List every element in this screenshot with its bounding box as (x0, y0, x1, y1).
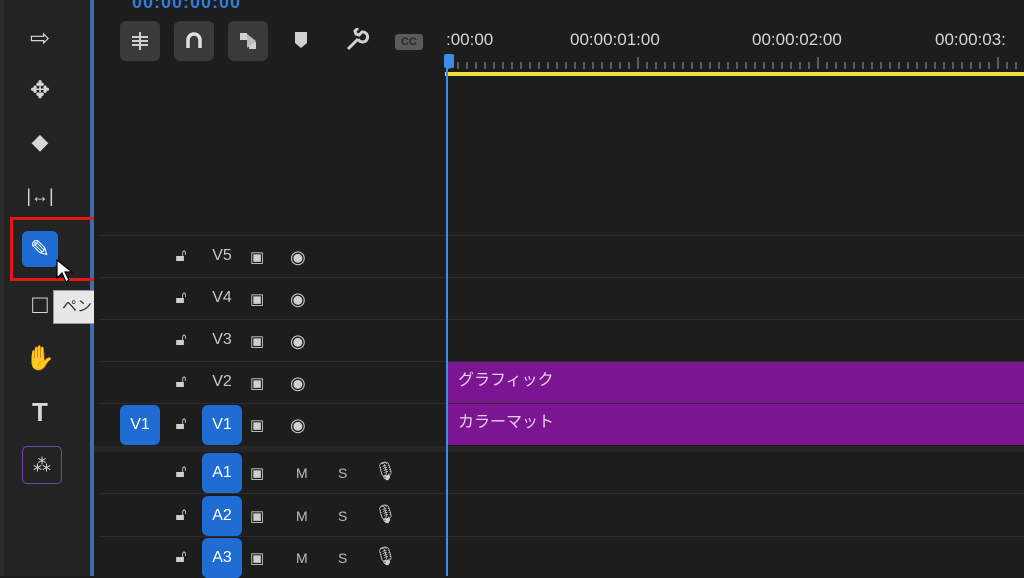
sequence-timecode[interactable]: 00:00:00:00 (132, 0, 241, 13)
track-name-a2[interactable]: A2 (202, 496, 242, 536)
lock-icon[interactable]: 🔓︎ (172, 414, 190, 434)
lock-icon[interactable]: 🔓︎ (172, 372, 190, 392)
ruler-ticks (448, 57, 1017, 69)
ripple-edit-tool-icon[interactable]: ✥ (20, 70, 60, 110)
snap-button[interactable] (174, 21, 214, 61)
ruler-label: 00:00:01:00 (570, 30, 660, 49)
microphone-icon[interactable]: 🎙︎ (374, 504, 397, 525)
video-audio-divider[interactable] (94, 446, 1024, 452)
lock-icon[interactable]: 🔓︎ (172, 246, 190, 266)
sync-lock-icon[interactable]: ▣ (250, 290, 272, 308)
eye-icon[interactable]: ◉ (290, 415, 314, 435)
mouse-cursor-icon (56, 258, 74, 283)
timeline-settings-wrench-icon[interactable] (343, 28, 369, 54)
playhead-line[interactable] (446, 68, 448, 576)
solo-button[interactable]: S (338, 465, 347, 481)
sync-lock-icon[interactable]: ▣ (250, 464, 272, 482)
lock-icon[interactable]: 🔓︎ (172, 505, 190, 525)
linked-selection-icon (240, 33, 256, 49)
track-name-a1[interactable]: A1 (202, 453, 242, 493)
track-name-v4[interactable]: V4 (202, 278, 242, 318)
sync-lock-icon[interactable]: ▣ (250, 332, 272, 350)
magnet-icon (186, 32, 202, 48)
nest-icon (132, 32, 148, 50)
solo-button[interactable]: S (338, 550, 347, 566)
linked-selection-button[interactable] (228, 21, 268, 61)
hand-tool-icon[interactable]: ✋ (20, 338, 60, 378)
microphone-icon[interactable]: 🎙︎ (374, 546, 397, 567)
slip-tool-icon[interactable]: |↔| (20, 176, 60, 216)
eye-icon[interactable]: ◉ (290, 247, 314, 267)
razor-tool-icon[interactable]: ◆ (20, 122, 60, 162)
sync-lock-icon[interactable]: ▣ (250, 248, 272, 266)
remix-tool-icon[interactable]: ⁂ (22, 446, 62, 484)
sync-lock-icon[interactable]: ▣ (250, 507, 272, 525)
eye-icon[interactable]: ◉ (290, 331, 314, 351)
type-tool-icon[interactable]: T (20, 392, 60, 432)
clip-graphic[interactable]: グラフィック (448, 362, 1024, 403)
lock-icon[interactable]: 🔓︎ (172, 288, 190, 308)
mute-button[interactable]: M (296, 508, 308, 524)
panel-edge (0, 0, 4, 576)
insert-nest-toggle-button[interactable] (120, 21, 160, 61)
ruler-label: :00:00 (446, 30, 494, 49)
captions-cc-icon[interactable]: CC (395, 34, 423, 50)
eye-icon[interactable]: ◉ (290, 373, 314, 393)
lock-icon[interactable]: 🔓︎ (172, 330, 190, 350)
track-name-v5[interactable]: V5 (202, 236, 242, 276)
pen-tool-icon[interactable]: ✎ (22, 231, 58, 267)
sync-lock-icon[interactable]: ▣ (250, 549, 272, 567)
track-name-v1[interactable]: V1 (202, 405, 242, 445)
ruler-label: 00:00:03: (935, 30, 1006, 49)
lock-icon[interactable]: 🔓︎ (172, 547, 190, 567)
work-area-bar[interactable] (445, 72, 1024, 76)
eye-icon[interactable]: ◉ (290, 289, 314, 309)
track-name-a3[interactable]: A3 (202, 538, 242, 578)
sync-lock-icon[interactable]: ▣ (250, 416, 272, 434)
solo-button[interactable]: S (338, 508, 347, 524)
mute-button[interactable]: M (296, 465, 308, 481)
track-header-area (94, 76, 445, 576)
add-marker-icon[interactable] (292, 30, 310, 50)
playhead-handle[interactable] (444, 54, 454, 68)
sync-lock-icon[interactable]: ▣ (250, 374, 272, 392)
ruler-label: 00:00:02:00 (752, 30, 842, 49)
mute-button[interactable]: M (296, 550, 308, 566)
track-name-v2[interactable]: V2 (202, 362, 242, 402)
track-name-v3[interactable]: V3 (202, 320, 242, 360)
lock-icon[interactable]: 🔓︎ (172, 462, 190, 482)
track-select-forward-tool-icon[interactable]: ⇨ (20, 18, 60, 58)
clip-color-matte[interactable]: カラーマット (448, 404, 1024, 445)
source-patch-v1[interactable]: V1 (120, 405, 160, 445)
microphone-icon[interactable]: 🎙︎ (374, 461, 397, 482)
